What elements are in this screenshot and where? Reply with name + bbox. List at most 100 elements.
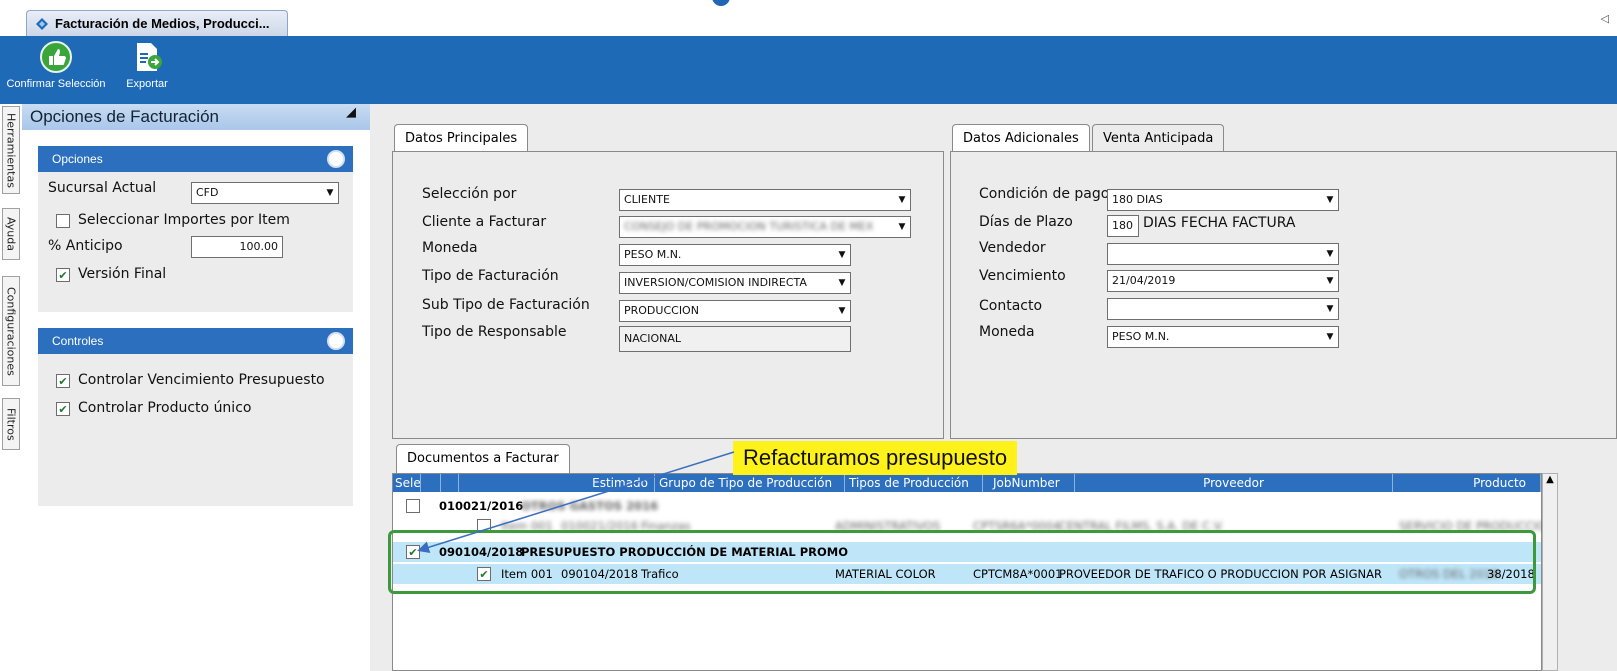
scroll-tabs-left-icon[interactable]: ◁: [1601, 12, 1609, 25]
highlight-box: [388, 530, 1536, 594]
col-blank-1: [421, 474, 441, 492]
client-select[interactable]: CONSEJO DE PROMOCION TURISTICA DE MEX ▼: [619, 216, 911, 238]
billing-type-value: INVERSION/COMISION INDIRECTA: [624, 276, 807, 289]
tab-datos-principales[interactable]: Datos Principales: [394, 124, 529, 152]
grid-header: Selec Estimado Grupo de Tipo de Producci…: [393, 474, 1541, 492]
payment-condition-label: Condición de pago: [979, 186, 1110, 202]
billing-subtype-select[interactable]: PRODUCCION ▼: [619, 300, 851, 322]
currency-select[interactable]: PESO M.N. ▼: [619, 244, 851, 266]
currency-label: Moneda: [422, 240, 478, 256]
main-data-panel: Selección por CLIENTE ▼ Cliente a Factur…: [392, 151, 944, 439]
col-producto[interactable]: Producto: [1393, 474, 1541, 492]
dropdown-arrow-icon: ▼: [1322, 299, 1338, 319]
table-row[interactable]: 010021/2016 OTROS GASTOS 2016: [393, 496, 1541, 516]
confirm-selection-button[interactable]: Confirmar Selección: [4, 40, 108, 102]
scroll-up-icon[interactable]: ▲: [1543, 474, 1557, 485]
collapse-options-icon[interactable]: [327, 150, 345, 168]
payment-condition-value: 180 DIAS: [1112, 193, 1163, 206]
side-tab-filtros[interactable]: Filtros: [2, 398, 20, 450]
contact-label: Contacto: [979, 298, 1043, 314]
billing-options-panel: Opciones de Facturación ◢ Opciones Sucur…: [22, 104, 370, 671]
control-expiry-checkbox[interactable]: [56, 374, 70, 388]
dropdown-arrow-icon: ▼: [1322, 244, 1338, 264]
tab-datos-adicionales[interactable]: Datos Adicionales: [952, 124, 1090, 152]
controls-group-title: Controles: [52, 334, 104, 348]
document-tab-strip: Facturación de Medios, Producci... ◁: [0, 0, 1617, 36]
side-tab-ayuda[interactable]: Ayuda: [2, 208, 20, 260]
tab-documentos[interactable]: Documentos a Facturar: [396, 444, 570, 474]
dropdown-arrow-icon: ▼: [322, 183, 338, 203]
branch-select[interactable]: CFD ▼: [191, 182, 339, 204]
add-currency-select[interactable]: PESO M.N. ▼: [1107, 326, 1339, 348]
dropdown-arrow-icon: ▼: [834, 245, 850, 265]
col-estimado[interactable]: Estimado: [459, 474, 655, 492]
col-jobnumber[interactable]: JobNumber: [983, 474, 1075, 492]
add-currency-value: PESO M.N.: [1112, 330, 1170, 343]
options-group: Opciones Sucursal Actual CFD ▼ Seleccion…: [38, 146, 353, 312]
col-selec[interactable]: Selec: [393, 474, 421, 492]
options-group-header[interactable]: Opciones: [38, 146, 353, 172]
col-blank-2: [441, 474, 459, 492]
billing-type-label: Tipo de Facturación: [422, 268, 559, 284]
currency-value: PESO M.N.: [624, 248, 682, 261]
due-date-value: 21/04/2019: [1112, 274, 1176, 287]
due-date-picker[interactable]: 21/04/2019 ▼: [1107, 270, 1339, 292]
confirm-selection-label: Confirmar Selección: [6, 78, 106, 90]
term-days-suffix: DIAS FECHA FACTURA: [1143, 215, 1296, 231]
side-tab-configuraciones[interactable]: Configuraciones: [2, 276, 20, 386]
dropdown-arrow-icon: ▼: [834, 273, 850, 293]
panel-header: Opciones de Facturación: [22, 104, 370, 130]
control-product-label: Controlar Producto único: [78, 400, 252, 416]
controls-group-header[interactable]: Controles: [38, 328, 353, 354]
selection-by-value: CLIENTE: [624, 193, 670, 206]
final-version-checkbox[interactable]: [56, 268, 70, 282]
responsible-type-field: NACIONAL: [619, 326, 851, 352]
tab-venta-anticipada[interactable]: Venta Anticipada: [1092, 124, 1225, 152]
col-tipos-produccion[interactable]: Tipos de Producción: [845, 474, 983, 492]
branch-value: CFD: [196, 186, 219, 199]
select-amounts-checkbox[interactable]: [56, 214, 70, 228]
decorative-dot: [712, 0, 730, 6]
document-number: 010021/2016: [439, 499, 524, 513]
client-label: Cliente a Facturar: [422, 214, 547, 230]
grid-scrollbar[interactable]: ▲: [1542, 473, 1558, 671]
seller-select[interactable]: ▼: [1107, 243, 1339, 265]
row-select-checkbox[interactable]: [406, 499, 420, 513]
billing-type-select[interactable]: INVERSION/COMISION INDIRECTA ▼: [619, 272, 851, 294]
selection-by-label: Selección por: [422, 186, 517, 202]
panel-title: Opciones de Facturación: [30, 107, 219, 126]
dropdown-arrow-icon: ▼: [894, 190, 910, 210]
col-proveedor[interactable]: Proveedor: [1075, 474, 1393, 492]
selection-by-select[interactable]: CLIENTE ▼: [619, 189, 911, 211]
term-days-label: Días de Plazo: [979, 214, 1073, 230]
pin-icon[interactable]: ◢: [346, 105, 356, 120]
document-tab-title: Facturación de Medios, Producci...: [55, 16, 270, 31]
client-value: CONSEJO DE PROMOCION TURISTICA DE MEX: [624, 220, 874, 233]
document-description: OTROS GASTOS 2016: [521, 499, 659, 513]
term-days-input[interactable]: 180: [1107, 215, 1139, 237]
col-grupo-tipo-produccion[interactable]: Grupo de Tipo de Producción: [655, 474, 845, 492]
due-date-label: Vencimiento: [979, 268, 1066, 284]
document-tab[interactable]: Facturación de Medios, Producci...: [26, 10, 288, 36]
side-tab-herramientas[interactable]: Herramientas: [2, 106, 20, 194]
controls-group: Controles Controlar Vencimiento Presupue…: [38, 328, 353, 506]
billing-subtype-value: PRODUCCION: [624, 304, 699, 317]
advance-input[interactable]: 100.00: [191, 236, 283, 258]
dropdown-arrow-icon: ▼: [1322, 327, 1338, 347]
payment-condition-select[interactable]: 180 DIAS ▼: [1107, 189, 1339, 211]
contact-select[interactable]: ▼: [1107, 298, 1339, 320]
responsible-type-label: Tipo de Responsable: [422, 324, 567, 340]
branch-label: Sucursal Actual: [48, 180, 157, 196]
ribbon-toolbar: Confirmar Selección Exportar: [0, 36, 1617, 104]
export-document-icon: [137, 43, 162, 71]
control-product-checkbox[interactable]: [56, 402, 70, 416]
dropdown-arrow-icon: ▼: [834, 301, 850, 321]
select-amounts-label: Seleccionar Importes por Item: [78, 212, 290, 228]
dropdown-arrow-icon: ▼: [1322, 271, 1338, 291]
annotation-callout: Refacturamos presupuesto: [733, 441, 1018, 475]
seller-label: Vendedor: [979, 240, 1046, 256]
collapse-controls-icon[interactable]: [327, 332, 345, 350]
side-tabs: Herramientas Ayuda Configuraciones Filtr…: [0, 104, 22, 671]
export-button[interactable]: Exportar: [112, 40, 182, 102]
control-expiry-label: Controlar Vencimiento Presupuesto: [78, 372, 325, 388]
